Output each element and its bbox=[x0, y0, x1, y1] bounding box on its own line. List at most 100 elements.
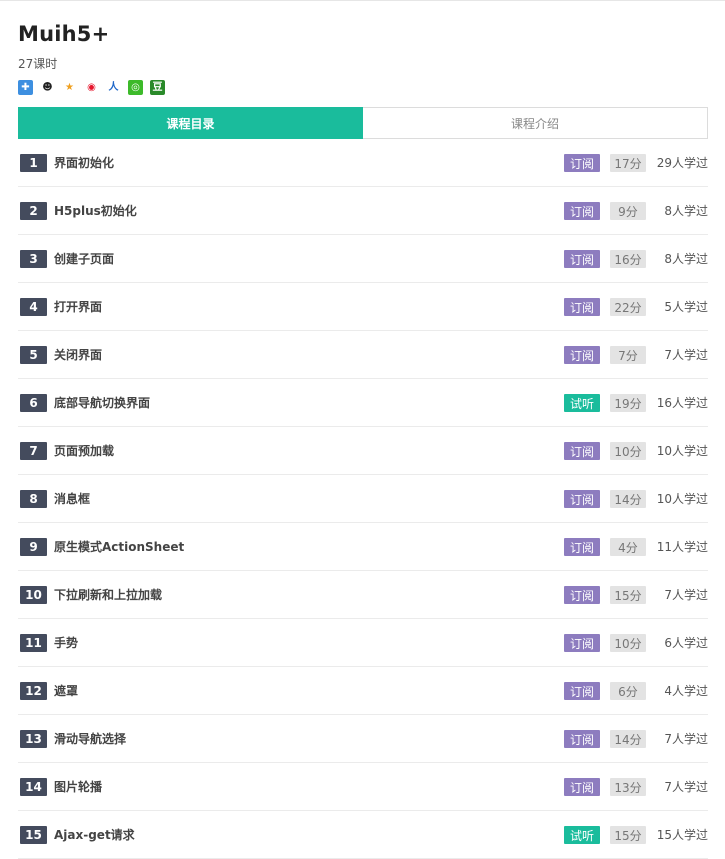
lesson-duration: 10分 bbox=[610, 634, 646, 652]
lesson-title[interactable]: 页面预加载 bbox=[54, 442, 114, 460]
lesson-access-badge[interactable]: 订阅 bbox=[564, 298, 600, 316]
qq-share-icon[interactable]: ☻ bbox=[40, 80, 55, 95]
lesson-row[interactable]: 2 H5plus初始化 订阅 9分 8人学过 bbox=[18, 187, 708, 235]
lesson-access-badge[interactable]: 试听 bbox=[564, 826, 600, 844]
favorite-share-icon[interactable]: ★ bbox=[62, 80, 77, 95]
lesson-duration: 19分 bbox=[610, 394, 646, 412]
lesson-learners: 8人学过 bbox=[664, 252, 708, 266]
lesson-access-badge[interactable]: 订阅 bbox=[564, 682, 600, 700]
wechat-share-icon[interactable]: ◎ bbox=[128, 80, 143, 95]
lesson-learners: 8人学过 bbox=[664, 204, 708, 218]
lesson-title[interactable]: 消息框 bbox=[54, 490, 90, 508]
lesson-title[interactable]: 滑动导航选择 bbox=[54, 730, 126, 748]
lesson-access-badge[interactable]: 订阅 bbox=[564, 202, 600, 220]
lesson-title[interactable]: 原生模式ActionSheet bbox=[54, 538, 184, 556]
lesson-duration: 7分 bbox=[610, 346, 646, 364]
lesson-learners: 5人学过 bbox=[664, 300, 708, 314]
lesson-number: 3 bbox=[20, 250, 47, 268]
lesson-duration: 15分 bbox=[610, 826, 646, 844]
lesson-duration: 13分 bbox=[610, 778, 646, 796]
lesson-number: 5 bbox=[20, 346, 47, 364]
lesson-title[interactable]: 图片轮播 bbox=[54, 778, 102, 796]
douban-share-icon[interactable]: 豆 bbox=[150, 80, 165, 95]
lesson-row[interactable]: 10 下拉刷新和上拉加载 订阅 15分 7人学过 bbox=[18, 571, 708, 619]
lesson-number: 4 bbox=[20, 298, 47, 316]
lesson-number: 11 bbox=[20, 634, 47, 652]
lesson-number: 13 bbox=[20, 730, 47, 748]
lesson-title[interactable]: 手势 bbox=[54, 634, 78, 652]
lesson-number: 8 bbox=[20, 490, 47, 508]
renren-share-icon[interactable]: 人 bbox=[106, 80, 121, 95]
lesson-number: 10 bbox=[20, 586, 47, 604]
lesson-number: 9 bbox=[20, 538, 47, 556]
lesson-title[interactable]: 关闭界面 bbox=[54, 346, 102, 364]
tab-bar: 课程目录 课程介绍 bbox=[18, 107, 708, 139]
lesson-learners: 16人学过 bbox=[656, 396, 708, 410]
lesson-number: 6 bbox=[20, 394, 47, 412]
lesson-access-badge[interactable]: 试听 bbox=[564, 394, 600, 412]
lesson-count: 27课时 bbox=[18, 57, 58, 71]
share-bar: ✚ ☻ ★ ◉ 人 ◎ 豆 bbox=[18, 80, 165, 95]
lesson-title[interactable]: 底部导航切换界面 bbox=[54, 394, 150, 412]
lesson-row[interactable]: 9 原生模式ActionSheet 订阅 4分 11人学过 bbox=[18, 523, 708, 571]
lesson-number: 1 bbox=[20, 154, 47, 172]
lesson-access-badge[interactable]: 订阅 bbox=[564, 250, 600, 268]
lesson-row[interactable]: 7 页面预加载 订阅 10分 10人学过 bbox=[18, 427, 708, 475]
lesson-access-badge[interactable]: 订阅 bbox=[564, 778, 600, 796]
lesson-duration: 22分 bbox=[610, 298, 646, 316]
lesson-title[interactable]: Ajax-get请求 bbox=[54, 826, 135, 844]
lesson-duration: 6分 bbox=[610, 682, 646, 700]
lesson-row[interactable]: 14 图片轮播 订阅 13分 7人学过 bbox=[18, 763, 708, 811]
lesson-row[interactable]: 13 滑动导航选择 订阅 14分 7人学过 bbox=[18, 715, 708, 763]
course-title: Muih5+ bbox=[18, 22, 110, 46]
lesson-duration: 14分 bbox=[610, 730, 646, 748]
lesson-row[interactable]: 4 打开界面 订阅 22分 5人学过 bbox=[18, 283, 708, 331]
lesson-duration: 9分 bbox=[610, 202, 646, 220]
lesson-title[interactable]: H5plus初始化 bbox=[54, 202, 137, 220]
lesson-duration: 15分 bbox=[610, 586, 646, 604]
lesson-access-badge[interactable]: 订阅 bbox=[564, 442, 600, 460]
lesson-number: 15 bbox=[20, 826, 47, 844]
lesson-row[interactable]: 12 遮罩 订阅 6分 4人学过 bbox=[18, 667, 708, 715]
weibo-share-icon[interactable]: ◉ bbox=[84, 80, 99, 95]
lesson-row[interactable]: 15 Ajax-get请求 试听 15分 15人学过 bbox=[18, 811, 708, 859]
lesson-learners: 11人学过 bbox=[656, 540, 708, 554]
lesson-access-badge[interactable]: 订阅 bbox=[564, 538, 600, 556]
lesson-duration: 4分 bbox=[610, 538, 646, 556]
lesson-row[interactable]: 11 手势 订阅 10分 6人学过 bbox=[18, 619, 708, 667]
lesson-number: 14 bbox=[20, 778, 47, 796]
lesson-title[interactable]: 界面初始化 bbox=[54, 154, 114, 172]
lesson-learners: 10人学过 bbox=[656, 444, 708, 458]
lesson-row[interactable]: 6 底部导航切换界面 试听 19分 16人学过 bbox=[18, 379, 708, 427]
lesson-duration: 10分 bbox=[610, 442, 646, 460]
lesson-access-badge[interactable]: 订阅 bbox=[564, 490, 600, 508]
lesson-row[interactable]: 8 消息框 订阅 14分 10人学过 bbox=[18, 475, 708, 523]
lesson-access-badge[interactable]: 订阅 bbox=[564, 154, 600, 172]
lesson-title[interactable]: 打开界面 bbox=[54, 298, 102, 316]
lesson-learners: 7人学过 bbox=[664, 780, 708, 794]
lesson-learners: 6人学过 bbox=[664, 636, 708, 650]
lesson-access-badge[interactable]: 订阅 bbox=[564, 586, 600, 604]
lesson-learners: 10人学过 bbox=[656, 492, 708, 506]
lesson-row[interactable]: 1 界面初始化 订阅 17分 29人学过 bbox=[18, 139, 708, 187]
lesson-learners: 4人学过 bbox=[664, 684, 708, 698]
lesson-learners: 7人学过 bbox=[664, 348, 708, 362]
lesson-number: 12 bbox=[20, 682, 47, 700]
tab-course-intro[interactable]: 课程介绍 bbox=[363, 108, 707, 138]
qzone-share-icon[interactable]: ✚ bbox=[18, 80, 33, 95]
lesson-duration: 14分 bbox=[610, 490, 646, 508]
lesson-learners: 7人学过 bbox=[664, 588, 708, 602]
lesson-title[interactable]: 下拉刷新和上拉加载 bbox=[54, 586, 162, 604]
lesson-title[interactable]: 创建子页面 bbox=[54, 250, 114, 268]
lesson-access-badge[interactable]: 订阅 bbox=[564, 730, 600, 748]
lesson-learners: 29人学过 bbox=[656, 156, 708, 170]
lesson-number: 7 bbox=[20, 442, 47, 460]
lesson-access-badge[interactable]: 订阅 bbox=[564, 346, 600, 364]
lesson-number: 2 bbox=[20, 202, 47, 220]
lesson-title[interactable]: 遮罩 bbox=[54, 682, 78, 700]
lesson-row[interactable]: 3 创建子页面 订阅 16分 8人学过 bbox=[18, 235, 708, 283]
tab-course-catalog[interactable]: 课程目录 bbox=[18, 107, 363, 139]
lesson-access-badge[interactable]: 订阅 bbox=[564, 634, 600, 652]
lesson-row[interactable]: 5 关闭界面 订阅 7分 7人学过 bbox=[18, 331, 708, 379]
lesson-duration: 16分 bbox=[610, 250, 646, 268]
